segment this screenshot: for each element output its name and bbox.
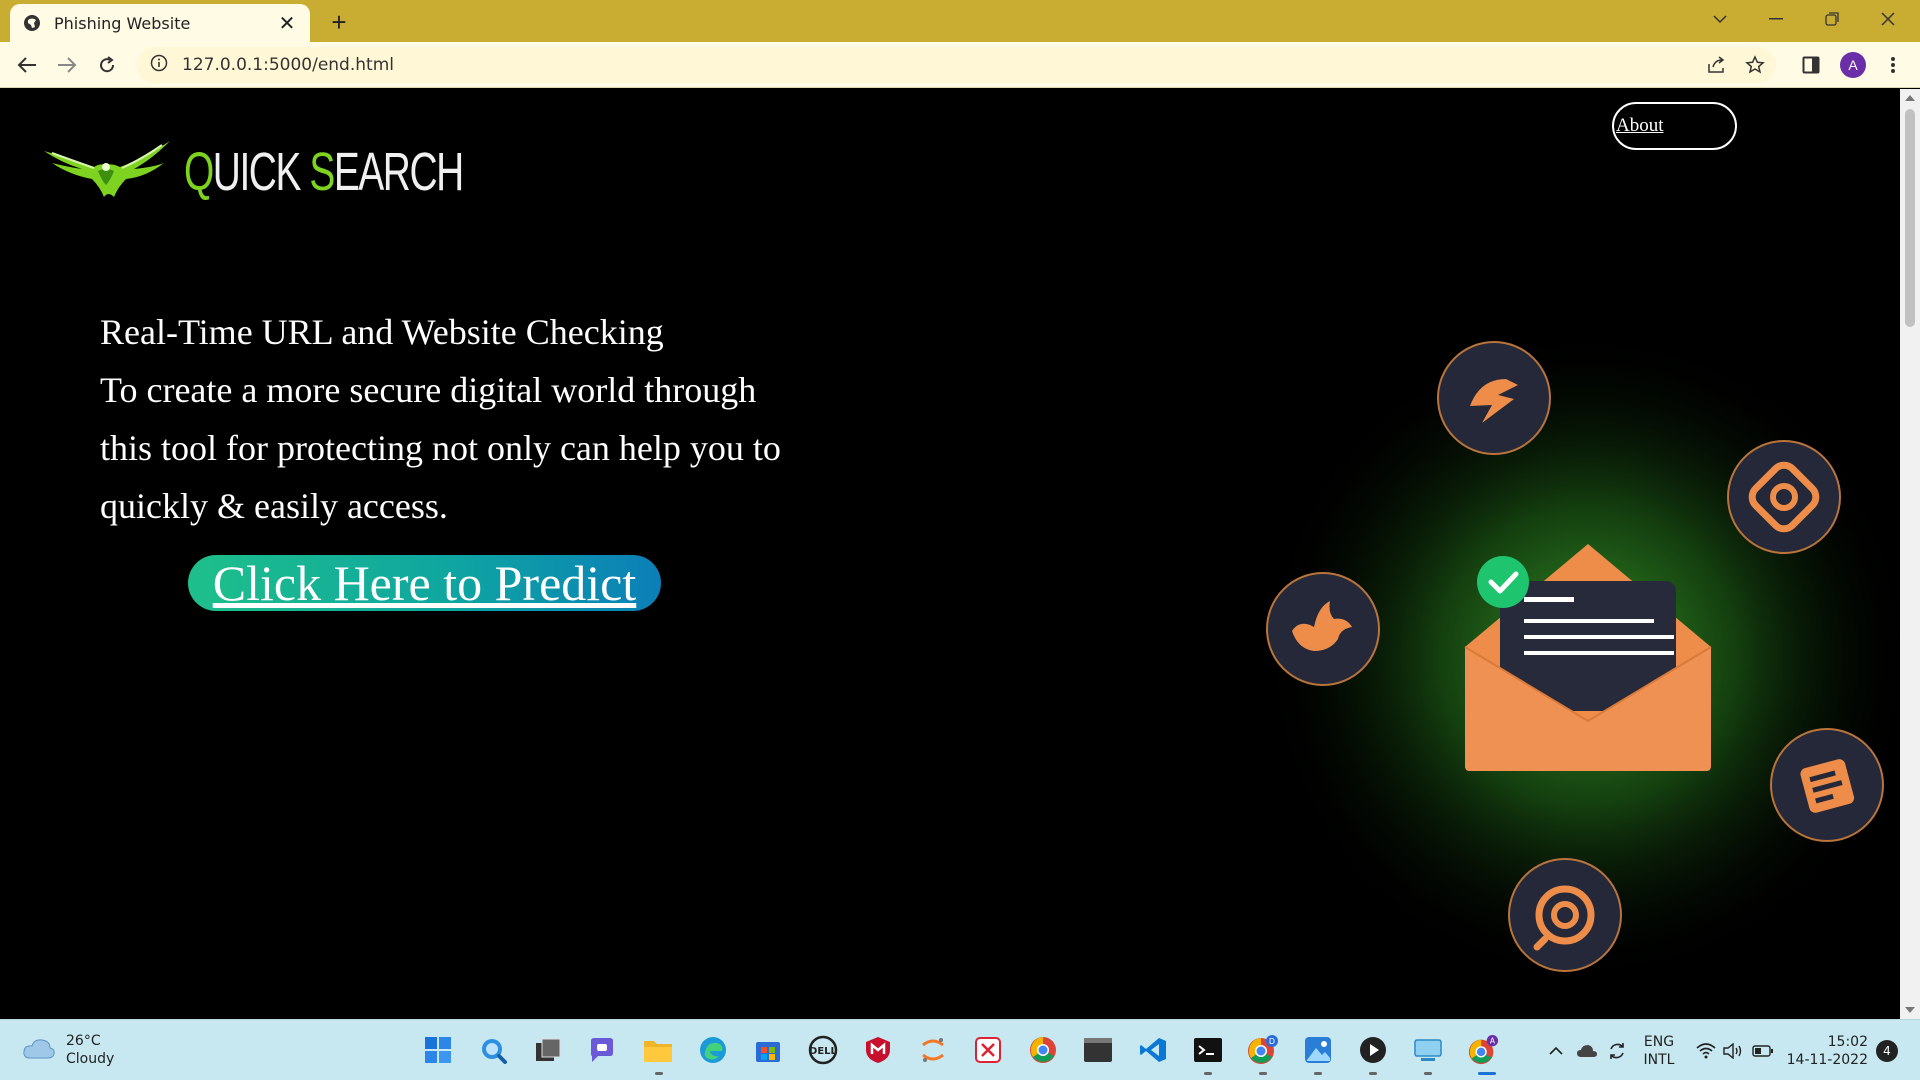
- eagle-logo-icon: [42, 137, 172, 206]
- snipping-tool-icon[interactable]: [972, 1034, 1004, 1066]
- running-indicator: [1314, 1072, 1322, 1075]
- running-indicator: [1259, 1072, 1267, 1075]
- minimize-icon[interactable]: [1748, 0, 1804, 38]
- running-indicator: [1424, 1072, 1432, 1075]
- avatar: A: [1840, 52, 1866, 78]
- svg-text:D: D: [1269, 1037, 1275, 1046]
- logo-letter-q: Q: [184, 141, 214, 202]
- logo-letter-s: S: [309, 141, 335, 202]
- lang-bottom: INTL: [1643, 1051, 1675, 1068]
- windows-start-icon[interactable]: [422, 1034, 454, 1066]
- file-explorer-icon[interactable]: [642, 1034, 674, 1066]
- browser-tab[interactable]: Phishing Website ✕: [10, 4, 310, 42]
- address-bar[interactable]: 127.0.0.1:5000/end.html: [136, 47, 1776, 83]
- hero-line-3: this tool for protecting not only can he…: [100, 428, 781, 468]
- tab-search-icon[interactable]: [1692, 0, 1748, 38]
- svg-text:DELL: DELL: [809, 1046, 838, 1057]
- scroll-down-arrow-icon[interactable]: [1905, 1007, 1915, 1013]
- weather-desc: Cloudy: [66, 1051, 115, 1067]
- url-text: 127.0.0.1:5000/end.html: [182, 55, 394, 75]
- chrome-profile-d-icon[interactable]: D: [1247, 1034, 1279, 1066]
- forward-arrow-icon[interactable]: [52, 50, 82, 80]
- new-tab-button[interactable]: +: [325, 7, 353, 37]
- mcafee-shield-icon[interactable]: [862, 1034, 894, 1066]
- svg-text:A: A: [1490, 1036, 1496, 1045]
- chrome-icon[interactable]: [1027, 1034, 1059, 1066]
- browser-toolbar: 127.0.0.1:5000/end.html A: [0, 42, 1920, 88]
- hero-line-4: quickly & easily access.: [100, 486, 448, 526]
- search-icon[interactable]: [477, 1034, 509, 1066]
- weather-text: 26°C Cloudy: [66, 1032, 114, 1068]
- windows-taskbar: 26°C Cloudy DELL D A ENG INTL 15:02 14-1…: [0, 1019, 1920, 1080]
- dell-icon[interactable]: DELL: [807, 1034, 839, 1066]
- close-window-icon[interactable]: [1860, 0, 1916, 38]
- edge-browser-icon[interactable]: [697, 1034, 729, 1066]
- scroll-thumb[interactable]: [1905, 109, 1915, 327]
- terminal-window-icon[interactable]: [1082, 1034, 1114, 1066]
- vscode-icon[interactable]: [1137, 1034, 1169, 1066]
- predict-button[interactable]: Click Here to Predict: [188, 555, 661, 611]
- lang-top: ENG: [1643, 1033, 1675, 1050]
- battery-icon[interactable]: [1748, 1020, 1778, 1080]
- document-circle-icon: [1770, 728, 1884, 842]
- cloud-icon: [22, 1036, 56, 1065]
- back-arrow-icon[interactable]: [12, 50, 42, 80]
- logo-wordmark: QUICK SEARCH: [184, 141, 464, 203]
- language-indicator[interactable]: ENG INTL: [1636, 1020, 1682, 1080]
- checkmark-badge-icon: [1477, 556, 1529, 608]
- share-icon[interactable]: [1702, 47, 1732, 83]
- sync-icon[interactable]: [1602, 1020, 1632, 1080]
- microsoft-store-icon[interactable]: [752, 1034, 784, 1066]
- weather-temp: 26°C: [66, 1033, 101, 1049]
- info-icon[interactable]: [150, 54, 168, 77]
- bookmark-star-icon[interactable]: [1740, 47, 1770, 83]
- scroll-up-arrow-icon[interactable]: [1905, 95, 1915, 101]
- bird-circle-icon: [1266, 572, 1380, 686]
- about-link[interactable]: About: [1612, 102, 1737, 150]
- browser-tab-bar: Phishing Website ✕ +: [0, 0, 1920, 42]
- photos-app-icon[interactable]: [1302, 1034, 1334, 1066]
- camera-circle-icon: [1727, 440, 1841, 554]
- hero-description: Real-Time URL and Website Checking To cr…: [100, 303, 860, 535]
- menu-kebab-icon[interactable]: [1878, 50, 1908, 80]
- side-panel-icon[interactable]: [1796, 50, 1826, 80]
- reload-icon[interactable]: [92, 50, 122, 80]
- profile-avatar[interactable]: A: [1838, 50, 1868, 80]
- running-indicator: [655, 1072, 663, 1075]
- restore-icon[interactable]: [1804, 0, 1860, 38]
- logo-word-earch: EARCH: [333, 141, 464, 202]
- task-view-icon[interactable]: [532, 1034, 564, 1066]
- globe-icon: [22, 13, 42, 33]
- system-clock[interactable]: 15:02 14-11-2022: [1786, 1020, 1868, 1080]
- close-tab-icon[interactable]: ✕: [276, 12, 298, 35]
- notification-badge: 4: [1876, 1039, 1898, 1062]
- logo-word-uick: UICK: [212, 141, 310, 202]
- site-logo[interactable]: QUICK SEARCH: [42, 137, 571, 206]
- lightning-circle-icon: [1437, 341, 1551, 455]
- teams-chat-icon[interactable]: [586, 1034, 618, 1066]
- hero-line-2: To create a more secure digital world th…: [100, 370, 757, 410]
- weather-widget[interactable]: 26°C Cloudy: [22, 1032, 114, 1068]
- show-hidden-icons-chevron-icon[interactable]: [1542, 1020, 1570, 1080]
- page-scrollbar[interactable]: [1900, 89, 1920, 1019]
- volume-icon[interactable]: [1720, 1020, 1748, 1080]
- running-indicator: [1369, 1072, 1377, 1075]
- hero-illustration: [1258, 327, 1900, 987]
- clock-date: 14-11-2022: [1786, 1051, 1868, 1068]
- web-page: QUICK SEARCH About Real-Time URL and Web…: [0, 89, 1900, 1019]
- swirl-circle-icon: [1508, 858, 1622, 972]
- remote-desktop-icon[interactable]: [1412, 1034, 1444, 1066]
- chrome-profile-a-icon[interactable]: A: [1467, 1034, 1499, 1066]
- running-indicator: [1204, 1072, 1212, 1075]
- command-prompt-icon[interactable]: [1192, 1034, 1224, 1066]
- clock-time: 15:02: [1827, 1033, 1868, 1050]
- notification-center[interactable]: 4: [1872, 1020, 1902, 1080]
- hero-line-1: Real-Time URL and Website Checking: [100, 312, 664, 352]
- jupyter-icon[interactable]: [917, 1034, 949, 1066]
- active-app-indicator: [1478, 1072, 1496, 1075]
- media-player-icon[interactable]: [1357, 1034, 1389, 1066]
- wifi-icon[interactable]: [1692, 1020, 1720, 1080]
- tab-title: Phishing Website: [54, 13, 191, 33]
- onedrive-cloud-icon[interactable]: [1572, 1020, 1602, 1080]
